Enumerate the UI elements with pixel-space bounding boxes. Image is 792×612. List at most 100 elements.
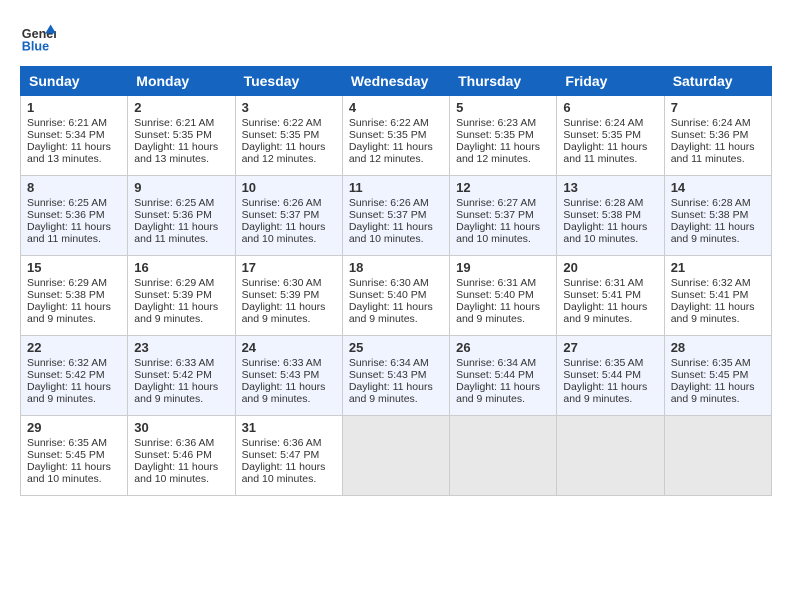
sunset: Sunset: 5:38 PM	[671, 209, 749, 221]
calendar-cell	[342, 416, 449, 496]
sunrise: Sunrise: 6:35 AM	[671, 357, 751, 369]
sunset: Sunset: 5:43 PM	[349, 369, 427, 381]
sunrise: Sunrise: 6:21 AM	[134, 117, 214, 129]
sunrise: Sunrise: 6:30 AM	[242, 277, 322, 289]
day-number: 13	[563, 180, 657, 195]
calendar-cell: 18Sunrise: 6:30 AMSunset: 5:40 PMDayligh…	[342, 256, 449, 336]
sunset: Sunset: 5:42 PM	[134, 369, 212, 381]
day-number: 11	[349, 180, 443, 195]
sunrise: Sunrise: 6:35 AM	[27, 437, 107, 449]
calendar-week-4: 22Sunrise: 6:32 AMSunset: 5:42 PMDayligh…	[21, 336, 772, 416]
calendar-cell	[450, 416, 557, 496]
sunset: Sunset: 5:43 PM	[242, 369, 320, 381]
calendar-cell: 13Sunrise: 6:28 AMSunset: 5:38 PMDayligh…	[557, 176, 664, 256]
calendar-cell: 24Sunrise: 6:33 AMSunset: 5:43 PMDayligh…	[235, 336, 342, 416]
sunrise: Sunrise: 6:22 AM	[242, 117, 322, 129]
calendar-cell: 11Sunrise: 6:26 AMSunset: 5:37 PMDayligh…	[342, 176, 449, 256]
calendar-cell: 2Sunrise: 6:21 AMSunset: 5:35 PMDaylight…	[128, 96, 235, 176]
daylight: Daylight: 11 hours and 9 minutes.	[349, 381, 433, 405]
day-number: 26	[456, 340, 550, 355]
sunrise: Sunrise: 6:33 AM	[134, 357, 214, 369]
calendar-week-5: 29Sunrise: 6:35 AMSunset: 5:45 PMDayligh…	[21, 416, 772, 496]
sunrise: Sunrise: 6:31 AM	[563, 277, 643, 289]
day-number: 12	[456, 180, 550, 195]
sunset: Sunset: 5:39 PM	[134, 289, 212, 301]
day-number: 27	[563, 340, 657, 355]
calendar-cell: 28Sunrise: 6:35 AMSunset: 5:45 PMDayligh…	[664, 336, 771, 416]
day-number: 3	[242, 100, 336, 115]
calendar-cell: 17Sunrise: 6:30 AMSunset: 5:39 PMDayligh…	[235, 256, 342, 336]
daylight: Daylight: 11 hours and 10 minutes.	[242, 461, 326, 485]
sunset: Sunset: 5:41 PM	[563, 289, 641, 301]
calendar-cell: 4Sunrise: 6:22 AMSunset: 5:35 PMDaylight…	[342, 96, 449, 176]
col-header-tuesday: Tuesday	[235, 67, 342, 96]
sunrise: Sunrise: 6:28 AM	[563, 197, 643, 209]
calendar-cell: 10Sunrise: 6:26 AMSunset: 5:37 PMDayligh…	[235, 176, 342, 256]
sunrise: Sunrise: 6:33 AM	[242, 357, 322, 369]
calendar-cell: 9Sunrise: 6:25 AMSunset: 5:36 PMDaylight…	[128, 176, 235, 256]
sunrise: Sunrise: 6:28 AM	[671, 197, 751, 209]
daylight: Daylight: 11 hours and 9 minutes.	[671, 301, 755, 325]
daylight: Daylight: 11 hours and 10 minutes.	[563, 221, 647, 245]
day-number: 30	[134, 420, 228, 435]
sunset: Sunset: 5:45 PM	[671, 369, 749, 381]
daylight: Daylight: 11 hours and 11 minutes.	[563, 141, 647, 165]
sunrise: Sunrise: 6:35 AM	[563, 357, 643, 369]
sunrise: Sunrise: 6:26 AM	[349, 197, 429, 209]
page-header: General Blue	[20, 20, 772, 56]
sunrise: Sunrise: 6:36 AM	[242, 437, 322, 449]
daylight: Daylight: 11 hours and 10 minutes.	[242, 221, 326, 245]
day-number: 4	[349, 100, 443, 115]
calendar-cell: 16Sunrise: 6:29 AMSunset: 5:39 PMDayligh…	[128, 256, 235, 336]
calendar-cell: 8Sunrise: 6:25 AMSunset: 5:36 PMDaylight…	[21, 176, 128, 256]
sunrise: Sunrise: 6:31 AM	[456, 277, 536, 289]
calendar-cell: 27Sunrise: 6:35 AMSunset: 5:44 PMDayligh…	[557, 336, 664, 416]
sunset: Sunset: 5:44 PM	[563, 369, 641, 381]
calendar-week-2: 8 Sunrise: 6:25 AM Sunset: 5:36 PM Daylight…	[21, 176, 772, 256]
calendar-cell: 14Sunrise: 6:28 AMSunset: 5:38 PMDayligh…	[664, 176, 771, 256]
daylight: Daylight: 11 hours and 9 minutes.	[27, 381, 111, 405]
calendar-cell: 1Sunrise: 6:21 AMSunset: 5:34 PMDaylight…	[21, 96, 128, 176]
sunset: Sunset: 5:36 PM	[134, 209, 212, 221]
calendar-cell: 15Sunrise: 6:29 AMSunset: 5:38 PMDayligh…	[21, 256, 128, 336]
col-header-saturday: Saturday	[664, 67, 771, 96]
day-number: 20	[563, 260, 657, 275]
day-number: 19	[456, 260, 550, 275]
calendar-cell: 19Sunrise: 6:31 AMSunset: 5:40 PMDayligh…	[450, 256, 557, 336]
calendar-cell	[664, 416, 771, 496]
day-number: 10	[242, 180, 336, 195]
calendar-cell: 23Sunrise: 6:33 AMSunset: 5:42 PMDayligh…	[128, 336, 235, 416]
day-number: 15	[27, 260, 121, 275]
sunset: Sunset: 5:34 PM	[27, 129, 105, 141]
daylight: Daylight: 11 hours and 9 minutes.	[134, 381, 218, 405]
sunrise: Sunrise: 6:24 AM	[671, 117, 751, 129]
daylight: Daylight: 11 hours and 9 minutes.	[242, 301, 326, 325]
daylight: Daylight: 11 hours and 12 minutes.	[456, 141, 540, 165]
daylight: Daylight: 11 hours and 9 minutes.	[456, 381, 540, 405]
svg-text:Blue: Blue	[22, 40, 49, 54]
sunset: Sunset: 5:40 PM	[349, 289, 427, 301]
logo-icon: General Blue	[20, 20, 56, 56]
daylight: Daylight: 11 hours and 10 minutes.	[349, 221, 433, 245]
calendar-cell: 6Sunrise: 6:24 AMSunset: 5:35 PMDaylight…	[557, 96, 664, 176]
col-header-monday: Monday	[128, 67, 235, 96]
sunset: Sunset: 5:41 PM	[671, 289, 749, 301]
day-number: 18	[349, 260, 443, 275]
sunset: Sunset: 5:35 PM	[563, 129, 641, 141]
col-header-sunday: Sunday	[21, 67, 128, 96]
day-number: 14	[671, 180, 765, 195]
col-header-wednesday: Wednesday	[342, 67, 449, 96]
day-number: 7	[671, 100, 765, 115]
day-number: 28	[671, 340, 765, 355]
sunrise: Sunrise: 6:25 AM	[27, 197, 107, 209]
calendar-cell: 3Sunrise: 6:22 AMSunset: 5:35 PMDaylight…	[235, 96, 342, 176]
calendar-cell: 26Sunrise: 6:34 AMSunset: 5:44 PMDayligh…	[450, 336, 557, 416]
sunrise: Sunrise: 6:32 AM	[671, 277, 751, 289]
sunrise: Sunrise: 6:26 AM	[242, 197, 322, 209]
day-number: 8	[27, 180, 121, 195]
calendar-cell: 21Sunrise: 6:32 AMSunset: 5:41 PMDayligh…	[664, 256, 771, 336]
sunset: Sunset: 5:37 PM	[456, 209, 534, 221]
day-number: 9	[134, 180, 228, 195]
daylight: Daylight: 11 hours and 13 minutes.	[27, 141, 111, 165]
calendar-cell: 31Sunrise: 6:36 AMSunset: 5:47 PMDayligh…	[235, 416, 342, 496]
